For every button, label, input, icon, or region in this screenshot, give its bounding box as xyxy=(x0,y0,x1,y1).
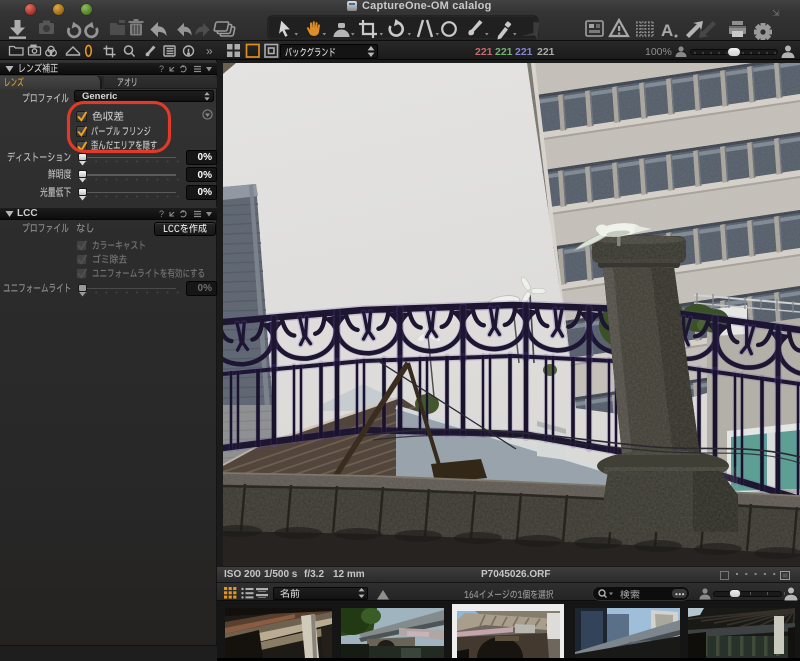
svg-text:»: » xyxy=(206,44,213,58)
svg-text:?: ? xyxy=(159,64,164,74)
svg-text:?: ? xyxy=(159,209,164,219)
svg-text:A: A xyxy=(661,21,673,40)
